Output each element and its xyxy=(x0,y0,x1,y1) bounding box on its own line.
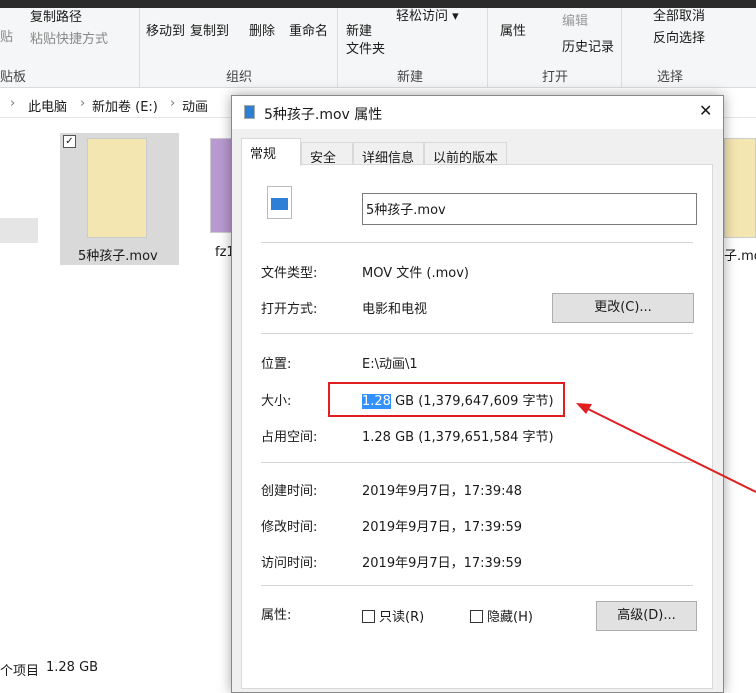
tab-general[interactable]: 常规 xyxy=(241,138,301,166)
annotation-arrow xyxy=(576,403,756,493)
